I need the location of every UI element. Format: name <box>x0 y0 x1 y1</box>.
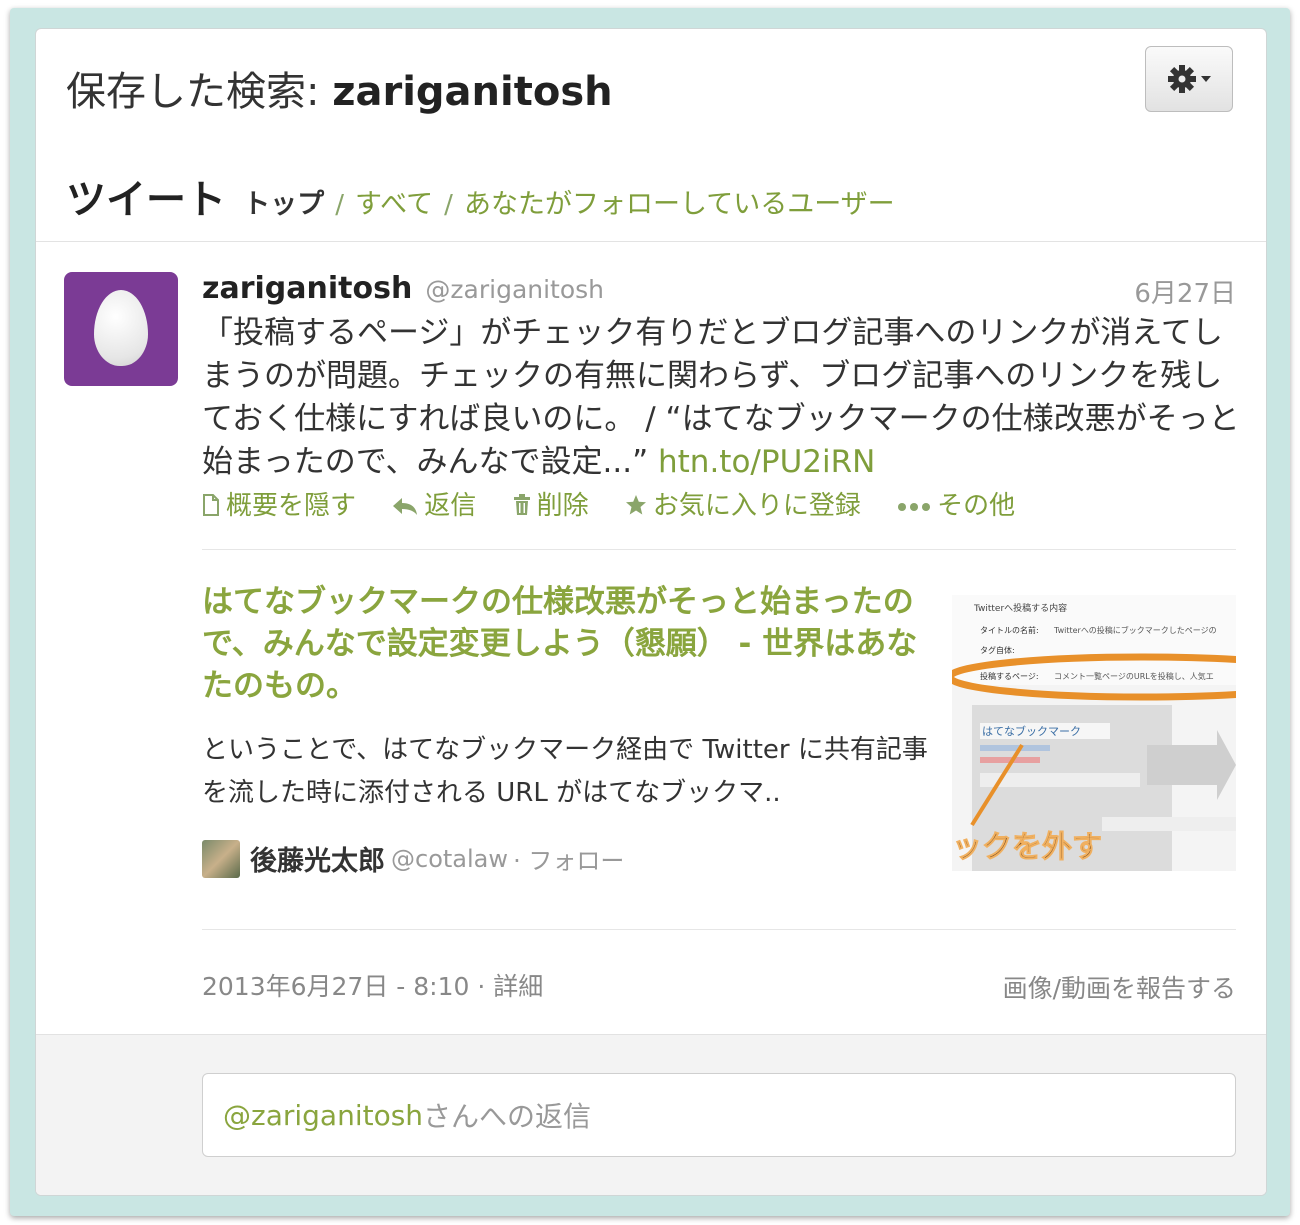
thumb-row1-text: Twitterへの投稿にブックマークしたページの <box>1053 625 1217 635</box>
more-button[interactable]: その他 <box>897 485 1015 522</box>
tweet-timestamp[interactable]: 2013年6月27日 - 8:10 · 詳細 <box>202 967 543 1003</box>
trash-icon <box>513 491 531 521</box>
title-prefix: 保存した検索: <box>66 69 333 115</box>
thumb-overlay-text: ックを外す <box>952 830 1102 865</box>
thumb-row3-label: 投稿するページ: <box>980 671 1039 681</box>
delete-label: 削除 <box>536 491 589 521</box>
reply-icon <box>392 491 418 521</box>
tab-separator: / <box>335 190 344 220</box>
hide-summary-button[interactable]: 概要を隠す <box>202 485 356 522</box>
tab-separator: / <box>444 190 453 220</box>
reply-mention: @zariganitosh <box>223 1098 424 1132</box>
saved-search-card: 保存した検索: zariganitosh ツイート トップ / すべて / あな… <box>35 28 1267 1196</box>
tweet-handle[interactable]: @zariganitosh <box>425 275 604 304</box>
hide-summary-label: 概要を隠す <box>226 491 357 521</box>
thumb-row1-label: タイトルの名前: <box>980 625 1039 635</box>
reply-placeholder: さんへの返信 <box>423 1100 592 1133</box>
tweet-tabs: ツイート トップ / すべて / あなたがフォローしているユーザー <box>66 167 895 225</box>
delete-button[interactable]: 削除 <box>513 485 589 522</box>
more-icon <box>897 491 931 521</box>
document-icon <box>202 491 220 521</box>
thumb-row3-text: コメント一覧ページのURLを投稿し、人気エ <box>1054 671 1214 681</box>
reply-button[interactable]: 返信 <box>392 485 476 522</box>
tweet-text: 「投稿するページ」がチェック有りだとブログ記事へのリンクが消えてしまうのが問題。… <box>202 312 1242 484</box>
author-name[interactable]: 後藤光太郎 <box>250 846 385 877</box>
tab-all[interactable]: すべて <box>355 189 433 220</box>
reply-label: 返信 <box>424 491 477 521</box>
thumb-heading: Twitterへ投稿する内容 <box>973 602 1067 614</box>
divider <box>202 929 1236 930</box>
search-query: zariganitosh <box>332 69 613 115</box>
divider <box>36 241 1266 242</box>
caret-down-icon <box>1201 76 1211 82</box>
reply-footer: @zariganitosh さんへの返信 <box>36 1034 1266 1195</box>
section-title: ツイート <box>66 177 226 223</box>
avatar[interactable] <box>64 272 178 386</box>
favorite-label: お気に入りに登録 <box>652 491 861 521</box>
author-avatar[interactable] <box>202 839 240 878</box>
settings-button[interactable] <box>1145 46 1233 112</box>
gear-icon <box>1168 65 1211 93</box>
more-label: その他 <box>937 491 1016 521</box>
tab-top[interactable]: トップ <box>243 189 324 220</box>
tweet-display-name[interactable]: zariganitosh <box>202 271 412 306</box>
follow-link[interactable]: · フォロー <box>513 847 624 875</box>
egg-icon <box>94 290 148 366</box>
divider <box>202 549 1236 550</box>
summary-card-author: 後藤光太郎 @cotalaw · フォロー <box>202 839 624 878</box>
author-handle[interactable]: @cotalaw <box>391 845 508 873</box>
summary-card-thumbnail[interactable]: Twitterへ投稿する内容 タイトルの名前: Twitterへの投稿にブックマ… <box>952 595 1236 871</box>
page-title: 保存した検索: zariganitosh <box>66 59 613 117</box>
tweet-actions: 概要を隠す 返信 削除 お気に入りに登録 その他 <box>202 485 1043 522</box>
report-media-link[interactable]: 画像/動画を報告する <box>966 969 1236 1005</box>
tweet-date[interactable]: 6月27日 <box>1116 273 1236 310</box>
thumb-row2-label: タグ自体: <box>980 645 1015 655</box>
tab-following[interactable]: あなたがフォローしているユーザー <box>464 189 895 220</box>
favorite-button[interactable]: お気に入りに登録 <box>625 485 861 522</box>
summary-card-description: ということで、はてなブックマーク経由で Twitter に共有記事を流した時に添… <box>202 735 928 808</box>
star-icon <box>625 491 647 521</box>
tweet-header: zariganitosh @zariganitosh <box>202 271 604 306</box>
tweet-link[interactable]: htn.to/PU2iRN <box>658 444 875 480</box>
article-thumbnail-image: Twitterへ投稿する内容 タイトルの名前: Twitterへの投稿にブックマ… <box>952 595 1236 871</box>
summary-card-title[interactable]: はてなブックマークの仕様改悪がそっと始まったので、みんなで設定変更しよう（懇願）… <box>202 581 922 707</box>
thumb-service-name: はてなブックマーク <box>982 724 1081 738</box>
reply-input[interactable]: @zariganitosh さんへの返信 <box>202 1073 1236 1157</box>
